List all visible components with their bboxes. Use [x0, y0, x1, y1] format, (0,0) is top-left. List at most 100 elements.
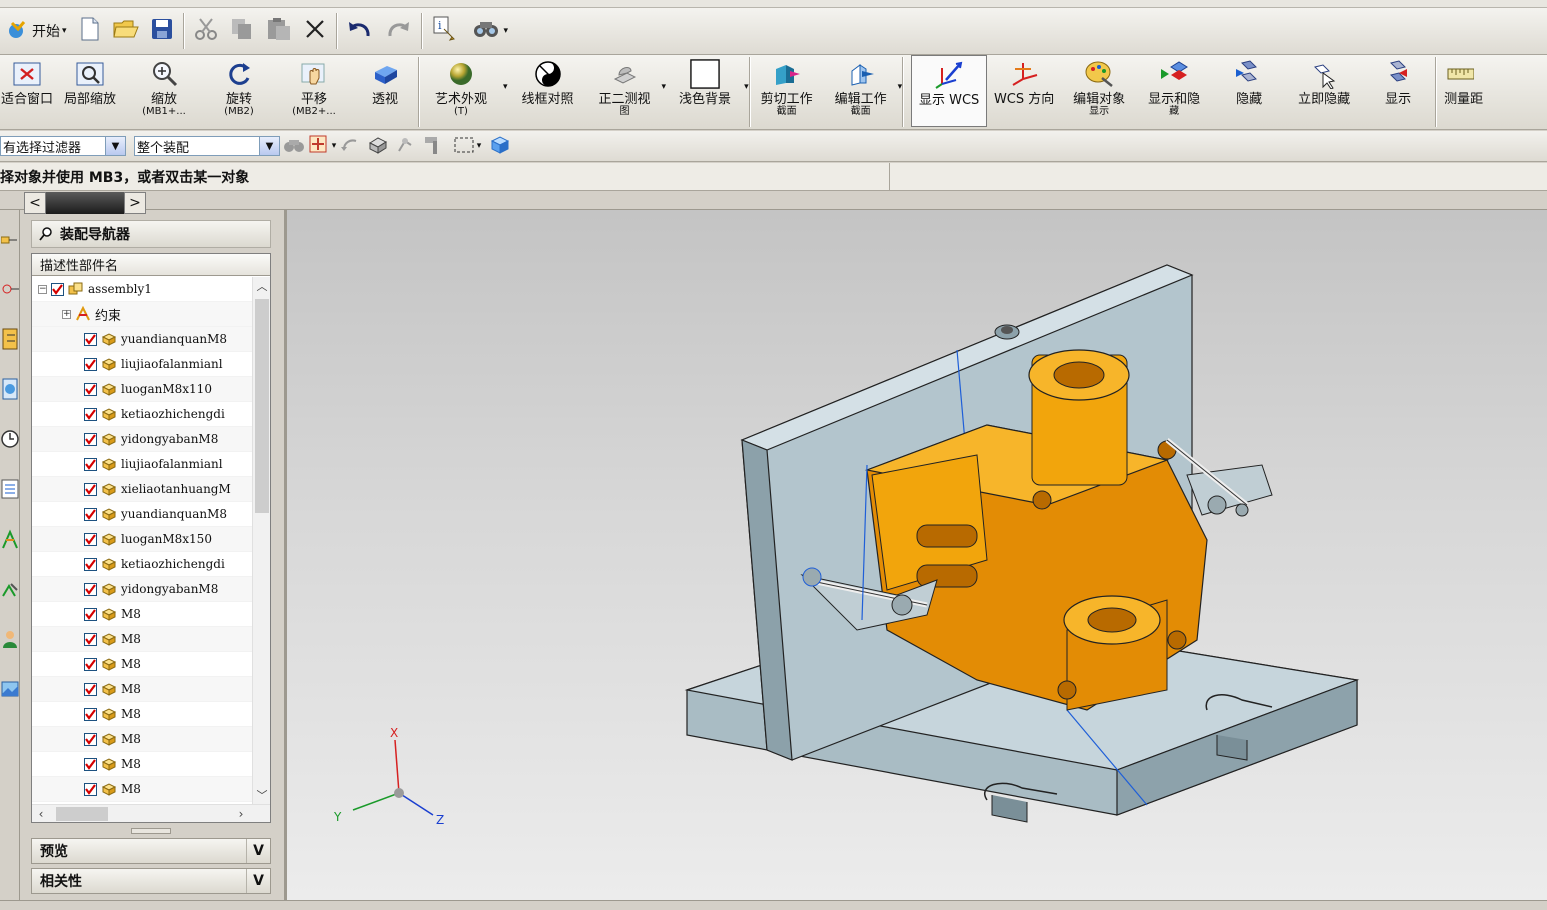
tree-row-part[interactable]: ketiaozhichengdi — [32, 552, 252, 577]
tab-scroll-left-button[interactable]: < — [24, 192, 46, 214]
tree-row-part[interactable]: xieliaotanhuangM — [32, 477, 252, 502]
chevron-left-icon[interactable]: ‹ — [32, 805, 50, 822]
constraint-navigator-tab[interactable] — [0, 270, 20, 310]
column-header-part-name[interactable]: 描述性部件名 — [32, 254, 270, 276]
chevron-right-icon[interactable]: › — [232, 805, 250, 822]
tree-horizontal-scrollbar[interactable]: ‹ › — [32, 804, 270, 822]
open-file-button[interactable] — [107, 14, 145, 48]
cut-button[interactable] — [188, 14, 224, 48]
paste-button[interactable] — [260, 14, 298, 48]
chevron-down-icon[interactable]: ﹀ — [253, 786, 270, 804]
wireframe-contrast-button[interactable]: 线框对照 — [508, 55, 588, 127]
reuse-library-tab[interactable] — [0, 370, 20, 410]
user-roles-tab[interactable] — [0, 620, 20, 660]
visibility-checkbox[interactable] — [84, 432, 97, 446]
visibility-checkbox[interactable] — [84, 407, 97, 421]
edit-object-display-button[interactable]: 编辑对象 显示 — [1061, 55, 1137, 127]
visibility-checkbox[interactable] — [84, 382, 97, 396]
wcs-orient-button[interactable]: WCS 方向 — [987, 55, 1061, 127]
trimetric-view-button[interactable]: 正二测视 图 — [588, 55, 662, 127]
tree-row-part[interactable]: yuandianquanM8 — [32, 327, 252, 352]
preview-panel[interactable]: 预览 V — [31, 838, 271, 864]
copy-button[interactable] — [224, 14, 260, 48]
snap-point-button[interactable]: ▾ — [309, 135, 336, 157]
rectangle-select-button[interactable]: ▾ — [454, 135, 481, 157]
zoom-window-button[interactable]: 局部缩放 — [54, 55, 126, 127]
select-feature-button[interactable] — [395, 135, 417, 157]
type-filter-select[interactable]: 有选择过滤器 ▼ — [0, 136, 126, 156]
visibility-checkbox[interactable] — [84, 707, 97, 721]
visibility-checkbox[interactable] — [84, 582, 97, 596]
visibility-checkbox[interactable] — [84, 682, 97, 696]
select-solid-button[interactable] — [489, 135, 511, 157]
clip-work-section-button[interactable]: 剪切工作 截面 — [750, 55, 824, 127]
visibility-checkbox[interactable] — [84, 632, 97, 646]
visibility-checkbox[interactable] — [84, 457, 97, 471]
save-button[interactable] — [145, 14, 179, 48]
tree-row-constraints[interactable]: + 约束 — [32, 302, 252, 327]
tree-row-part[interactable]: yidongyabanM8 — [32, 577, 252, 602]
chevron-down-icon[interactable]: V — [246, 839, 270, 863]
tree-row-part[interactable]: liujiaofalanmianl — [32, 452, 252, 477]
tree-row-part[interactable]: M8 — [32, 702, 252, 727]
immediate-hide-button[interactable]: 立即隐藏 — [1287, 55, 1361, 127]
visibility-checkbox[interactable] — [84, 332, 97, 346]
general-selection-button[interactable] — [339, 135, 361, 157]
scrollbar-thumb[interactable] — [255, 299, 269, 513]
fit-window-button[interactable]: 适合窗口 — [0, 55, 54, 127]
undo-button[interactable] — [341, 14, 379, 48]
delete-button[interactable] — [298, 14, 332, 48]
tree-row-part[interactable]: yidongyabanM8 — [32, 427, 252, 452]
zoom-button[interactable]: 缩放 (MB1+... — [126, 55, 202, 127]
show-wcs-button[interactable]: 显示 WCS — [911, 55, 988, 127]
perspective-button[interactable]: 透视 — [352, 55, 418, 127]
chevron-down-icon[interactable]: V — [246, 869, 270, 893]
pin-icon[interactable] — [32, 227, 60, 241]
show-and-hide-button[interactable]: 显示和隐 藏 — [1137, 55, 1211, 127]
tree-row-part[interactable]: M8 — [32, 627, 252, 652]
new-file-button[interactable] — [73, 14, 107, 48]
graphics-viewport[interactable]: X Y Z — [284, 210, 1547, 900]
tree-row-part[interactable]: M8 — [32, 777, 252, 802]
pan-button[interactable]: 平移 (MB2+... — [276, 55, 352, 127]
history-tab[interactable] — [0, 420, 20, 460]
information-button[interactable]: i — [426, 14, 466, 48]
collapse-toggle[interactable]: − — [38, 284, 47, 294]
visibility-checkbox[interactable] — [84, 607, 97, 621]
scrollbar-thumb[interactable] — [56, 807, 108, 821]
visibility-checkbox[interactable] — [84, 507, 97, 521]
tree-row-part[interactable]: liujiaofalanmianl — [32, 352, 252, 377]
visibility-checkbox[interactable] — [84, 532, 97, 546]
redo-button[interactable] — [379, 14, 417, 48]
tree-vertical-scrollbar[interactable]: ︿ ﹀ — [252, 277, 270, 804]
edit-work-section-button[interactable]: 编辑工作 截面 — [824, 55, 898, 127]
tree-row-part[interactable]: yuandianquanM8 — [32, 502, 252, 527]
tree-row-part[interactable]: M8 — [32, 652, 252, 677]
visibility-checkbox[interactable] — [84, 557, 97, 571]
roles-tab[interactable] — [0, 570, 20, 610]
chevron-up-icon[interactable]: ︿ — [253, 277, 270, 295]
expand-toggle[interactable]: + — [62, 309, 71, 319]
visibility-checkbox[interactable] — [84, 482, 97, 496]
measure-distance-button[interactable]: 测量距 — [1436, 55, 1496, 127]
start-menu-button[interactable]: 开始 ▾ — [2, 14, 73, 48]
light-background-button[interactable]: 浅色背景 — [666, 55, 744, 127]
visibility-checkbox[interactable] — [51, 282, 64, 296]
visibility-checkbox[interactable] — [84, 782, 97, 796]
show-button[interactable]: 显示 — [1361, 55, 1435, 127]
dependency-panel[interactable]: 相关性 V — [31, 868, 271, 894]
select-component-button[interactable] — [423, 135, 445, 157]
visibility-checkbox[interactable] — [84, 357, 97, 371]
tab-scroll-right-button[interactable]: > — [124, 192, 146, 214]
tree-row-part[interactable]: M8 — [32, 752, 252, 777]
navigator-tab-handle[interactable] — [46, 192, 124, 214]
process-studio-tab[interactable] — [0, 520, 20, 560]
rotate-button[interactable]: 旋转 (MB2) — [202, 55, 276, 127]
tree-row-part[interactable]: luoganM8x110 — [32, 377, 252, 402]
tree-row-part[interactable]: ketiaozhichengdi — [32, 402, 252, 427]
tree-row-part[interactable]: luoganM8x150 — [32, 527, 252, 552]
tree-row-part[interactable]: M8 — [32, 677, 252, 702]
selection-scope-select[interactable]: 整个装配 ▼ — [134, 136, 280, 156]
analysis-button[interactable]: ▾ — [466, 14, 515, 48]
select-body-button[interactable] — [367, 135, 389, 157]
